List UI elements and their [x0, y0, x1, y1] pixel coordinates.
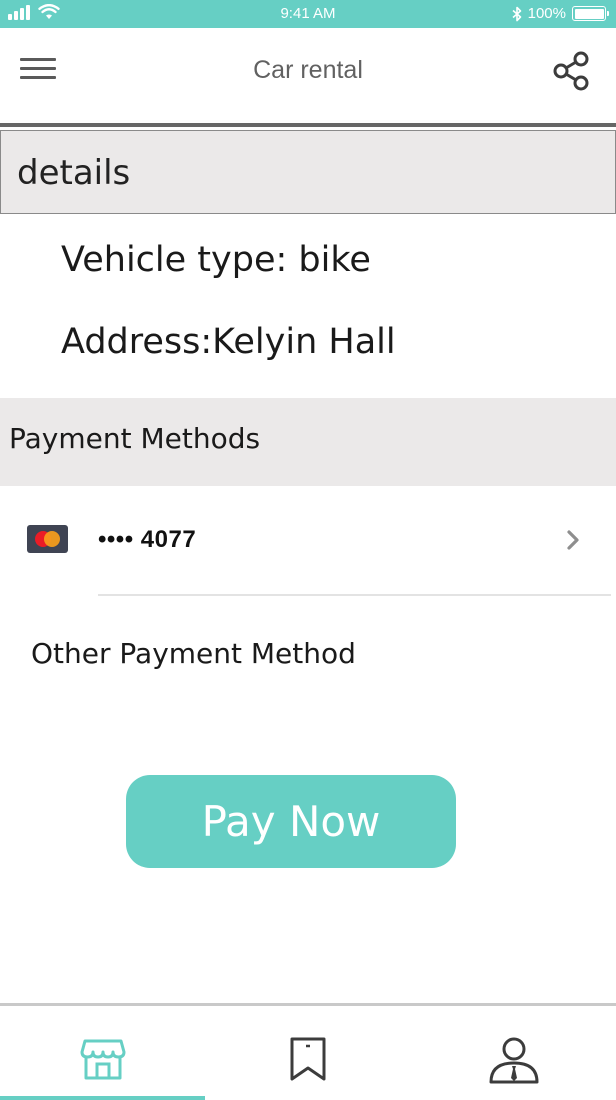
address: Address:Kelyin Hall	[61, 322, 396, 362]
bluetooth-icon	[512, 6, 521, 21]
status-right: 100%	[512, 5, 609, 22]
battery-percent: 100%	[527, 5, 566, 22]
status-bar: 9:41 AM 100%	[0, 0, 616, 28]
battery-fill	[574, 8, 604, 19]
vehicle-type: Vehicle type: bike	[61, 240, 371, 280]
header-divider	[0, 123, 616, 127]
app-header: Car rental	[0, 28, 616, 124]
card-divider	[98, 594, 611, 596]
profile-icon	[489, 1037, 538, 1084]
tab-bookmarks[interactable]	[205, 1006, 410, 1100]
mastercard-icon	[27, 525, 68, 553]
saved-card-row[interactable]: •••• 4077	[0, 490, 616, 594]
card-number: •••• 4077	[98, 526, 197, 553]
bookmark-icon	[290, 1037, 325, 1081]
chevron-right-icon	[567, 530, 579, 550]
tab-store[interactable]	[0, 1006, 205, 1100]
tab-profile[interactable]	[411, 1006, 616, 1100]
payment-methods-header: Payment Methods	[0, 398, 616, 486]
payment-methods-title: Payment Methods	[9, 422, 261, 455]
other-payment-method[interactable]: Other Payment Method	[31, 637, 356, 670]
pay-now-button[interactable]: Pay Now	[126, 775, 456, 868]
battery-icon	[572, 6, 609, 21]
page-title: Car rental	[253, 56, 363, 84]
store-icon	[80, 1039, 125, 1080]
details-title: details	[17, 153, 131, 193]
share-icon[interactable]	[552, 50, 590, 92]
details-section-header: details	[0, 130, 616, 214]
active-tab-indicator	[0, 1096, 205, 1100]
